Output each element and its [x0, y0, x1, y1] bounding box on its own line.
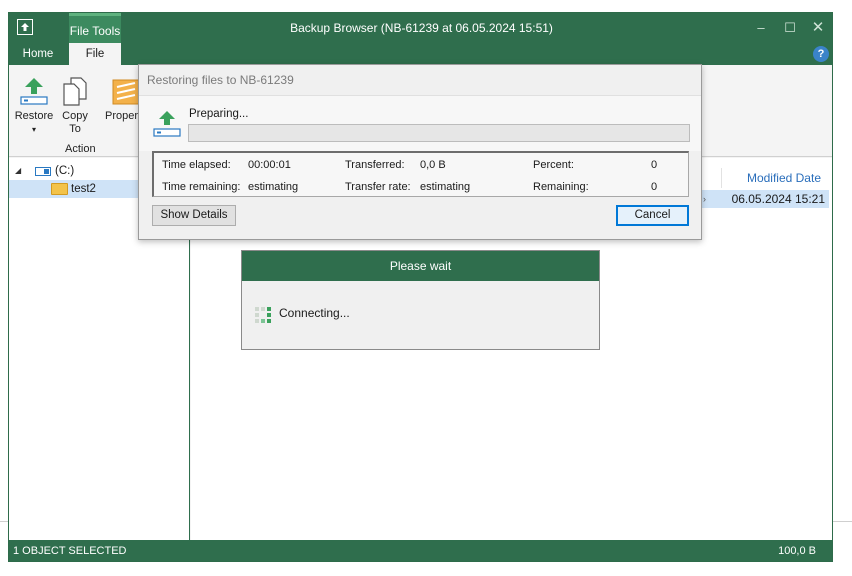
restore-label: Restore — [14, 110, 54, 122]
copy-to-label-line2: To — [69, 123, 81, 135]
transfer-stats: Time elapsed: 00:00:01 Transferred: 0,0 … — [152, 151, 689, 197]
dialog-title: Restoring files to NB-61239 — [147, 73, 294, 87]
restoring-files-dialog: Restoring files to NB-61239 Preparing...… — [138, 64, 702, 240]
cell-modified-date: 06.05.2024 15:21 — [731, 192, 825, 206]
please-wait-title: Please wait — [242, 251, 599, 281]
restore-icon — [153, 111, 181, 137]
close-button[interactable]: ✕ — [805, 13, 831, 43]
row-marker: › — [703, 194, 706, 204]
chevron-down-icon: ▾ — [31, 125, 36, 134]
remaining-value: 0 — [651, 181, 658, 193]
time-remaining-value: estimating — [248, 181, 299, 193]
tab-home[interactable]: Home — [9, 43, 67, 65]
title-bar: File Tools Backup Browser (NB-61239 at 0… — [9, 13, 832, 43]
restore-button[interactable]: Restore ▾ — [13, 75, 55, 136]
copy-icon — [63, 77, 87, 106]
status-bar: 1 OBJECT SELECTED 100,0 B — [9, 540, 832, 561]
tree-item-label: test2 — [71, 183, 96, 195]
percent-label: Percent: — [533, 159, 574, 171]
time-elapsed-value: 00:00:01 — [248, 159, 291, 171]
transferred-value: 0,0 B — [420, 159, 446, 171]
transferred-label: Transferred: — [345, 159, 405, 171]
folder-icon — [51, 183, 68, 195]
please-wait-dialog: Please wait Connecting... — [241, 250, 600, 350]
app-icon — [17, 19, 33, 35]
ribbon-tab-row: Home File ? — [9, 43, 832, 65]
ribbon-group-action-label: Action — [65, 143, 96, 155]
column-header-modified-date[interactable]: Modified Date — [721, 168, 829, 188]
tree-item-label: (C:) — [55, 165, 75, 177]
transfer-rate-label: Transfer rate: — [345, 181, 411, 193]
time-elapsed-label: Time elapsed: — [162, 159, 231, 171]
help-icon[interactable]: ? — [813, 46, 829, 62]
progress-status: Preparing... — [189, 108, 249, 120]
time-remaining-label: Time remaining: — [162, 181, 241, 193]
cancel-button[interactable]: Cancel — [616, 205, 689, 226]
transfer-rate-value: estimating — [420, 181, 471, 193]
dialog-progress-section: Preparing... — [139, 95, 701, 151]
context-tab-file-tools: File Tools — [69, 13, 121, 43]
copy-to-label-line1: Copy — [62, 110, 88, 122]
progress-bar — [188, 124, 690, 142]
selection-size: 100,0 B — [778, 545, 816, 557]
loading-spinner-icon — [255, 307, 271, 323]
maximize-button[interactable]: ☐ — [777, 13, 803, 43]
remaining-label: Remaining: — [533, 181, 589, 193]
drive-icon — [35, 167, 51, 176]
percent-value: 0 — [651, 159, 658, 171]
connecting-message: Connecting... — [279, 306, 350, 320]
copy-to-button[interactable]: Copy To — [57, 75, 93, 136]
show-details-button[interactable]: Show Details — [152, 205, 236, 226]
properties-icon — [112, 79, 140, 105]
collapse-toggle-icon[interactable]: ◢ — [15, 162, 21, 180]
tab-file[interactable]: File — [69, 43, 121, 65]
window-title: Backup Browser (NB-61239 at 06.05.2024 1… — [290, 21, 553, 35]
restore-icon — [20, 78, 48, 105]
selection-status: 1 OBJECT SELECTED — [13, 545, 127, 557]
minimize-button[interactable]: – — [748, 13, 774, 43]
